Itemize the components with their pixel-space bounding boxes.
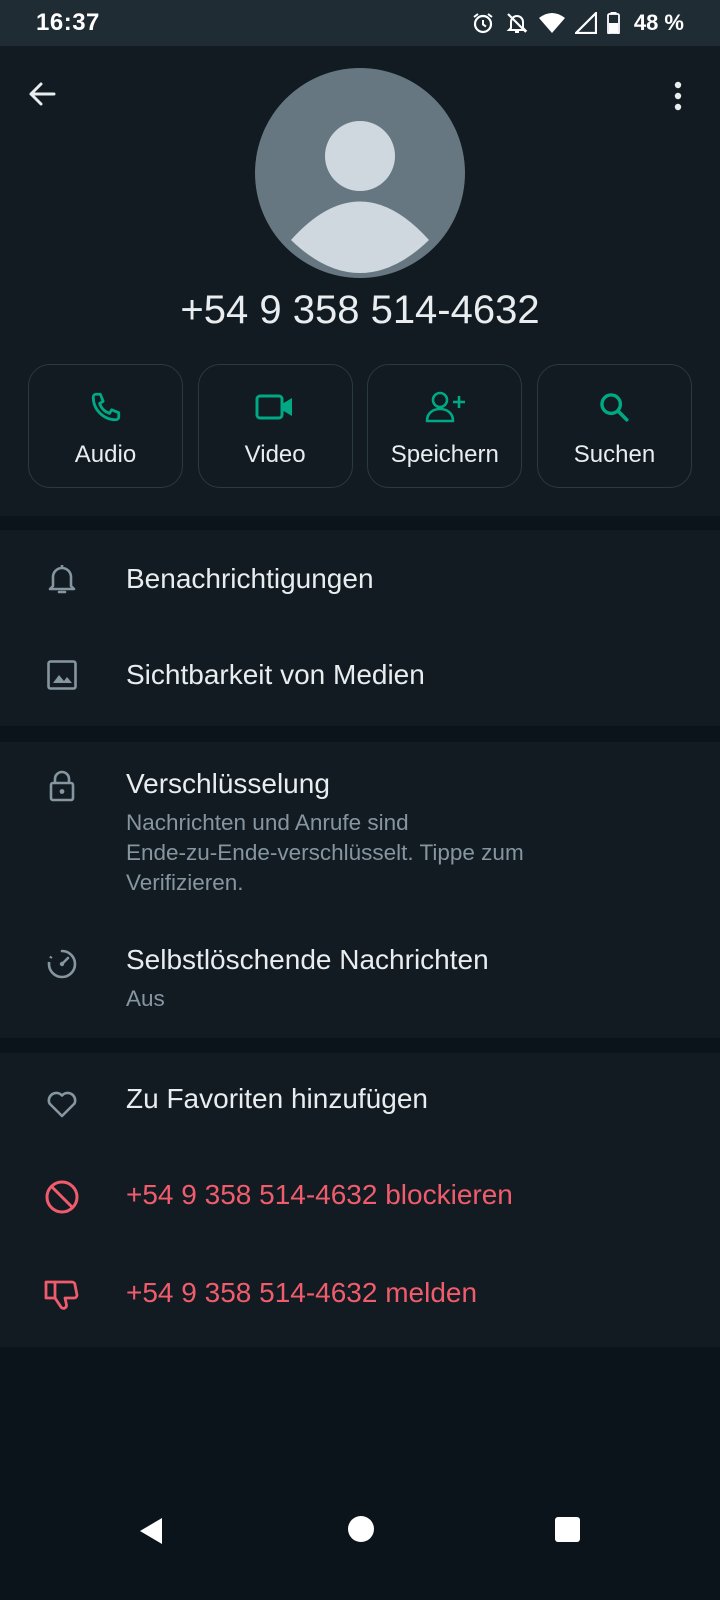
timer-icon <box>42 944 82 984</box>
save-label: Speichern <box>390 441 499 468</box>
block-contact-label: +54 9 358 514-4632 blockieren <box>126 1179 513 1210</box>
video-icon <box>255 394 293 420</box>
search-label: Suchen <box>573 441 656 468</box>
nav-back-icon[interactable] <box>136 1516 166 1546</box>
audio-call-button[interactable]: Audio <box>28 364 183 488</box>
action-buttons: Audio Video Speichern Suchen <box>28 364 692 488</box>
lock-icon <box>42 766 82 806</box>
bell-icon <box>42 559 82 599</box>
phone-icon <box>91 392 120 422</box>
encryption-title: Verschlüsselung <box>126 768 330 799</box>
back-button[interactable] <box>22 74 62 114</box>
encryption-subtitle-line-1: Nachrichten und Anrufe sind <box>126 810 409 835</box>
status-time: 16:37 <box>36 9 100 36</box>
avatar[interactable] <box>255 68 465 278</box>
search-icon <box>600 393 630 422</box>
contact-header: +54 9 358 514-4632 Audio Video Speichern… <box>0 46 720 516</box>
more-vertical-icon <box>674 81 682 111</box>
media-visibility-row[interactable]: Sichtbarkeit von Medien <box>0 628 720 726</box>
system-navigation-bar <box>0 1484 720 1600</box>
search-button[interactable]: Suchen <box>536 364 692 488</box>
report-contact-row[interactable]: +54 9 358 514-4632 melden <box>0 1249 720 1347</box>
status-bar: 16:37 48 % <box>0 0 720 46</box>
battery-percent: 48 % <box>633 10 684 35</box>
encryption-subtitle-line-2: Ende-zu-Ende-verschlüsselt. Tippe zum <box>126 840 524 865</box>
save-contact-button[interactable]: Speichern <box>367 364 523 488</box>
alarm-icon <box>473 13 493 34</box>
disappearing-messages-value: Aus <box>126 986 165 1011</box>
disappearing-messages-row[interactable]: Selbstlöschende Nachrichten Aus <box>0 920 720 1038</box>
block-contact-row[interactable]: +54 9 358 514-4632 blockieren <box>0 1151 720 1249</box>
encryption-subtitle-line-3: Verifizieren. <box>126 870 244 895</box>
add-favorite-label: Zu Favoriten hinzufügen <box>126 1083 428 1114</box>
silent-icon <box>506 13 528 33</box>
add-favorite-row[interactable]: Zu Favoriten hinzufügen <box>0 1053 720 1151</box>
notifications-row[interactable]: Benachrichtigungen <box>0 530 720 628</box>
settings-section-3: Zu Favoriten hinzufügen +54 9 358 514-46… <box>0 1053 720 1347</box>
encryption-row[interactable]: Verschlüsselung Nachrichten und Anrufe s… <box>0 742 720 920</box>
video-label: Video <box>244 441 306 468</box>
thumbs-down-icon <box>42 1275 82 1315</box>
settings-section-1: Benachrichtigungen Sichtbarkeit von Medi… <box>0 530 720 726</box>
audio-label: Audio <box>74 441 137 468</box>
notifications-label: Benachrichtigungen <box>126 563 374 594</box>
add-person-icon <box>425 391 465 423</box>
status-icons: 48 % <box>471 10 684 36</box>
media-visibility-label: Sichtbarkeit von Medien <box>126 659 425 690</box>
nav-recents-icon[interactable] <box>555 1517 580 1542</box>
video-call-button[interactable]: Video <box>197 364 353 488</box>
battery-icon <box>606 12 620 34</box>
settings-section-2: Verschlüsselung Nachrichten und Anrufe s… <box>0 742 720 1038</box>
heart-icon <box>42 1083 82 1123</box>
wifi-icon <box>538 13 565 33</box>
more-options-button[interactable] <box>660 76 696 116</box>
disappearing-messages-title: Selbstlöschende Nachrichten <box>126 944 489 975</box>
report-contact-label: +54 9 358 514-4632 melden <box>126 1277 478 1308</box>
arrow-left-icon <box>29 82 56 106</box>
encryption-subtitle: Nachrichten und Anrufe sind Ende-zu-Ende… <box>126 808 646 898</box>
block-icon <box>42 1177 82 1217</box>
image-icon <box>42 655 82 695</box>
signal-icon <box>574 12 597 34</box>
nav-home-icon[interactable] <box>348 1516 374 1542</box>
default-avatar-icon <box>291 121 429 273</box>
contact-phone-number: +54 9 358 514-4632 <box>180 288 540 332</box>
